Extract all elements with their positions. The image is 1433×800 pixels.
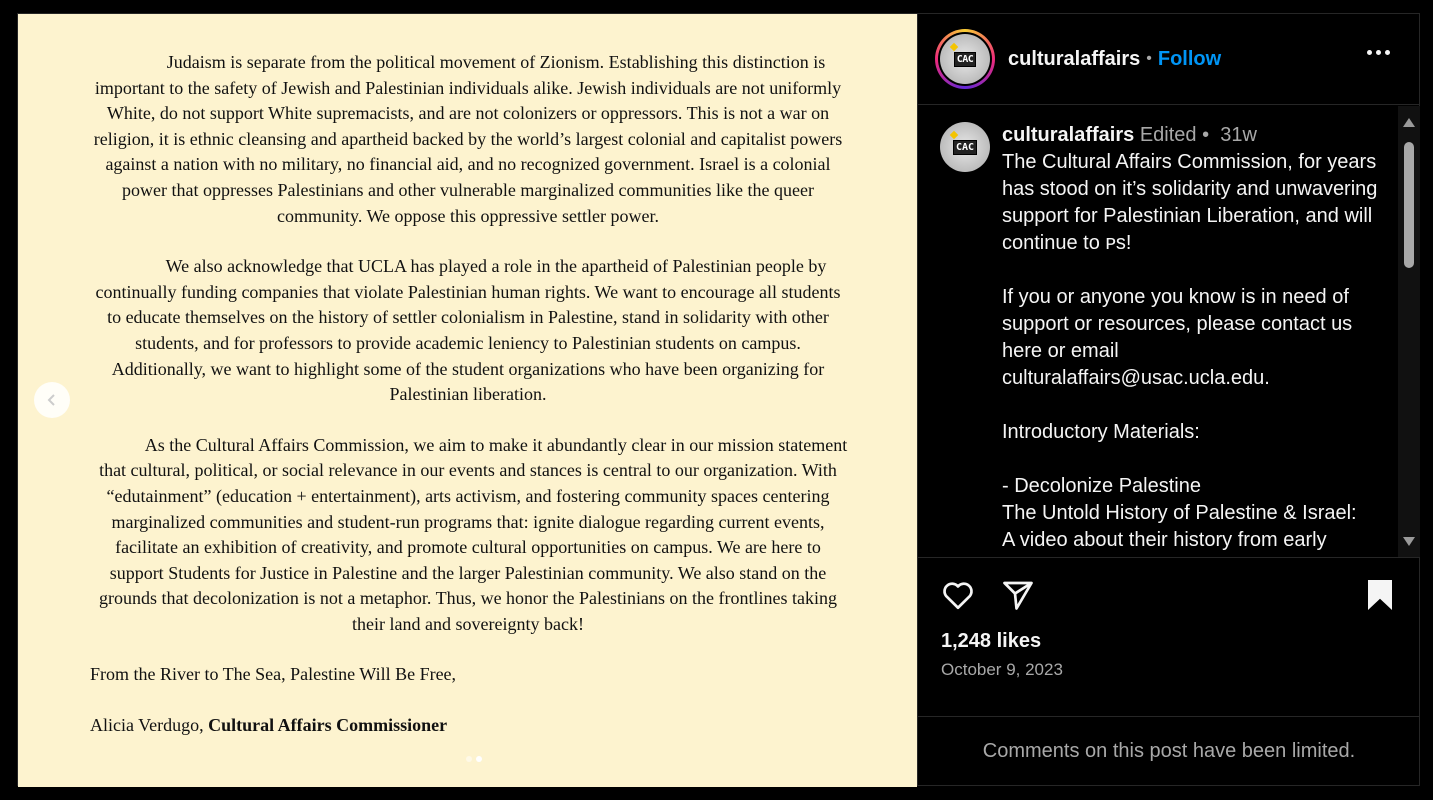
comments-limited-notice: Comments on this post have been limited. — [918, 716, 1420, 785]
share-icon — [1003, 581, 1033, 610]
chevron-left-icon — [47, 394, 55, 406]
post-image: Judaism is separate from the political m… — [18, 14, 917, 787]
carousel-dot — [466, 756, 472, 762]
paragraph-3: As the Cultural Affairs Commission, we a… — [98, 434, 848, 634]
scrollbar-thumb[interactable] — [1404, 142, 1414, 268]
action-bar — [940, 577, 1400, 621]
edited-label: Edited — [1139, 124, 1197, 146]
avatar: CAC — [940, 34, 990, 84]
header-username[interactable]: culturalaffairs — [1008, 48, 1140, 71]
previous-slide-button[interactable] — [34, 382, 70, 418]
more-dot — [1376, 50, 1381, 55]
likes-count[interactable]: 1,248 likes — [941, 630, 1041, 653]
more-options-button[interactable] — [1367, 50, 1390, 55]
post-date: October 9, 2023 — [941, 660, 1063, 679]
star-icon — [949, 42, 959, 52]
more-dot — [1385, 50, 1390, 55]
follow-button[interactable]: Follow — [1158, 48, 1221, 71]
scroll-up-arrow-icon[interactable] — [1403, 118, 1415, 127]
closing-line: From the River to The Sea, Palestine Wil… — [90, 664, 457, 685]
post-header: CAC culturalaffairs • Follow — [918, 14, 1419, 105]
caption-username[interactable]: culturalaffairs — [1002, 124, 1134, 146]
save-button[interactable] — [1364, 577, 1396, 618]
avatar-logo-text: CAC — [953, 51, 977, 67]
caption-avatar[interactable]: CAC — [940, 122, 990, 172]
more-dot — [1367, 50, 1372, 55]
header-separator: • — [1146, 50, 1152, 67]
like-button[interactable] — [940, 577, 976, 618]
avatar-logo-text: CAC — [952, 139, 978, 155]
carousel-dot-active — [476, 756, 482, 762]
scrollbar[interactable] — [1398, 106, 1420, 557]
caption: CAC culturalaffairs Edited • 31w The Cul… — [940, 122, 1382, 554]
scroll-down-arrow-icon[interactable] — [1403, 537, 1415, 546]
paragraph-2: We also acknowledge that UCLA has played… — [95, 256, 841, 405]
post-sidebar: CAC culturalaffairs • Follow CAC cultura… — [917, 14, 1420, 785]
comments-section[interactable]: CAC culturalaffairs Edited • 31w The Cul… — [918, 106, 1420, 558]
signature-name: Alicia Verdugo, — [90, 715, 209, 736]
meta-dot: • — [1202, 124, 1210, 146]
caption-text: The Cultural Affairs Commission, for yea… — [1002, 151, 1378, 551]
star-icon — [949, 130, 959, 140]
carousel-dots — [466, 756, 482, 762]
paragraph-1: Judaism is separate from the political m… — [93, 52, 843, 226]
bookmark-icon — [1368, 580, 1392, 610]
heart-icon — [943, 582, 973, 610]
share-button[interactable] — [1000, 577, 1036, 618]
post-dialog: Judaism is separate from the political m… — [17, 13, 1420, 787]
avatar-frame: CAC — [938, 32, 992, 86]
story-ring[interactable]: CAC — [935, 29, 995, 89]
post-age[interactable]: 31w — [1220, 124, 1257, 146]
caption-body: culturalaffairs Edited • 31w The Cultura… — [1002, 122, 1382, 554]
signature-title: Cultural Affairs Commissioner — [208, 715, 448, 736]
signature: Alicia Verdugo, Cultural Affairs Commiss… — [90, 713, 848, 739]
statement-document: Judaism is separate from the political m… — [88, 50, 848, 764]
